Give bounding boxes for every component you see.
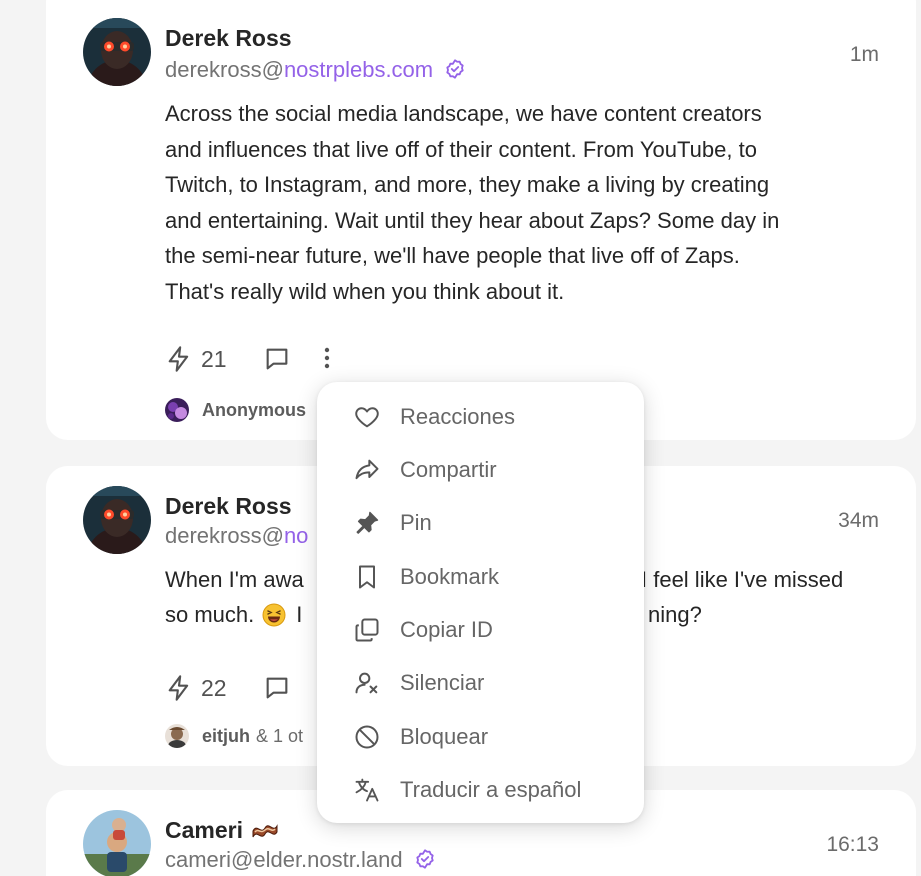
zapper-name: Anonymous <box>202 399 307 420</box>
content-line: Twitch, to Instagram, and more, they mak… <box>165 172 770 197</box>
content-line: the semi-near future, we'll have people … <box>165 243 740 268</box>
lightning-icon <box>168 346 189 372</box>
menu-item-translate[interactable]: Traducir a español <box>317 763 644 816</box>
share-icon <box>355 459 379 479</box>
content-line: ning? <box>648 602 702 627</box>
comment-icon <box>266 677 287 699</box>
content-line: and entertaining. Wait until they hear a… <box>165 207 780 233</box>
zap-button[interactable]: 21 <box>165 345 227 373</box>
author-handle[interactable]: derekross@nostrplebs.com <box>165 57 466 83</box>
zappers-row[interactable]: Anonymous <box>165 398 306 422</box>
note-actions: 21 <box>165 345 333 373</box>
reply-button[interactable] <box>263 674 291 702</box>
copy-icon <box>355 618 379 641</box>
author-handle[interactable]: cameri@elder.nostr.land <box>165 847 436 873</box>
comment-icon <box>266 348 287 370</box>
zappers-row[interactable]: eitjuh & 1 ot <box>165 724 303 748</box>
more-vertical-icon <box>324 347 329 369</box>
block-icon <box>355 725 379 748</box>
author-name-row[interactable]: Cameri <box>165 817 279 844</box>
menu-item-pin[interactable]: Pin <box>317 496 644 549</box>
author-name: Cameri <box>165 817 243 843</box>
handle-user: derekross@ <box>165 523 284 548</box>
lightning-icon <box>168 675 189 701</box>
handle-domain: nostrplebs.com <box>283 57 434 82</box>
grinning-squinting-emoji-icon <box>262 603 286 627</box>
avatar[interactable] <box>83 810 151 876</box>
note-actions: 22 <box>165 674 291 702</box>
menu-item-label: Copiar ID <box>400 616 493 642</box>
content-line: I feel like I've missed <box>641 567 844 592</box>
bacon-emoji-icon <box>252 823 278 837</box>
zap-count: 21 <box>201 345 227 372</box>
menu-item-copy-id[interactable]: Copiar ID <box>317 603 644 656</box>
timestamp[interactable]: 34m <box>838 509 879 533</box>
menu-item-label: Reacciones <box>400 403 515 429</box>
zapper-avatar <box>165 398 189 422</box>
author-name[interactable]: Derek Ross <box>165 25 292 52</box>
menu-item-label: Silenciar <box>400 669 485 695</box>
handle-user: derekross@ <box>165 57 284 82</box>
content-line: When I'm awa <box>165 567 304 592</box>
menu-item-label: Bookmark <box>400 563 500 589</box>
menu-item-reactions[interactable]: Reacciones <box>317 390 644 443</box>
zap-button[interactable]: 22 <box>165 674 227 702</box>
zapper-suffix: & 1 ot <box>256 725 304 746</box>
handle-domain: elder.nostr.land <box>253 847 403 872</box>
content-text: I <box>296 602 303 627</box>
pin-icon <box>356 511 379 534</box>
note-card[interactable]: Derek Ross derekross@nostrplebs.com 1m A… <box>46 0 916 440</box>
note-content: Across the social media landscape, we ha… <box>165 96 885 309</box>
zapper-name: eitjuh <box>202 725 250 746</box>
mute-user-icon <box>355 672 378 693</box>
menu-item-label: Pin <box>400 509 432 535</box>
zap-count: 22 <box>201 674 227 701</box>
handle-user: cameri@ <box>165 847 254 872</box>
content-line: and influences that live off of their co… <box>165 136 757 162</box>
avatar[interactable] <box>83 18 151 86</box>
verified-badge-icon <box>416 849 434 869</box>
content-text: so much. <box>165 602 255 627</box>
handle-domain: no <box>283 523 309 548</box>
author-name[interactable]: Derek Ross <box>165 493 292 520</box>
menu-item-label: Compartir <box>400 456 497 482</box>
menu-item-bookmark[interactable]: Bookmark <box>317 550 644 603</box>
content-line: Across the social media landscape, we ha… <box>165 101 762 126</box>
note-options-menu: Reacciones Compartir Pin Bookmark Copiar… <box>317 382 644 823</box>
content-line: so much. I <box>165 597 302 633</box>
menu-item-label: Bloquear <box>400 723 489 749</box>
menu-item-share[interactable]: Compartir <box>317 443 644 496</box>
author-handle[interactable]: derekross@no <box>165 523 308 549</box>
menu-anchor-notch-icon <box>317 382 337 402</box>
zapper-avatar <box>165 724 189 748</box>
avatar[interactable] <box>83 486 151 554</box>
bookmark-icon <box>359 565 375 588</box>
menu-item-block[interactable]: Bloquear <box>317 710 644 763</box>
timestamp[interactable]: 1m <box>850 43 879 67</box>
content-line: That's really wild when you think about … <box>165 278 565 304</box>
reply-button[interactable] <box>263 345 291 373</box>
heart-icon <box>355 406 379 427</box>
verified-badge-icon <box>446 59 464 79</box>
timestamp[interactable]: 16:13 <box>826 833 879 857</box>
menu-item-label: Traducir a español <box>400 776 582 802</box>
translate-icon <box>355 778 379 801</box>
more-options-button[interactable] <box>321 345 333 373</box>
menu-item-mute[interactable]: Silenciar <box>317 656 644 709</box>
